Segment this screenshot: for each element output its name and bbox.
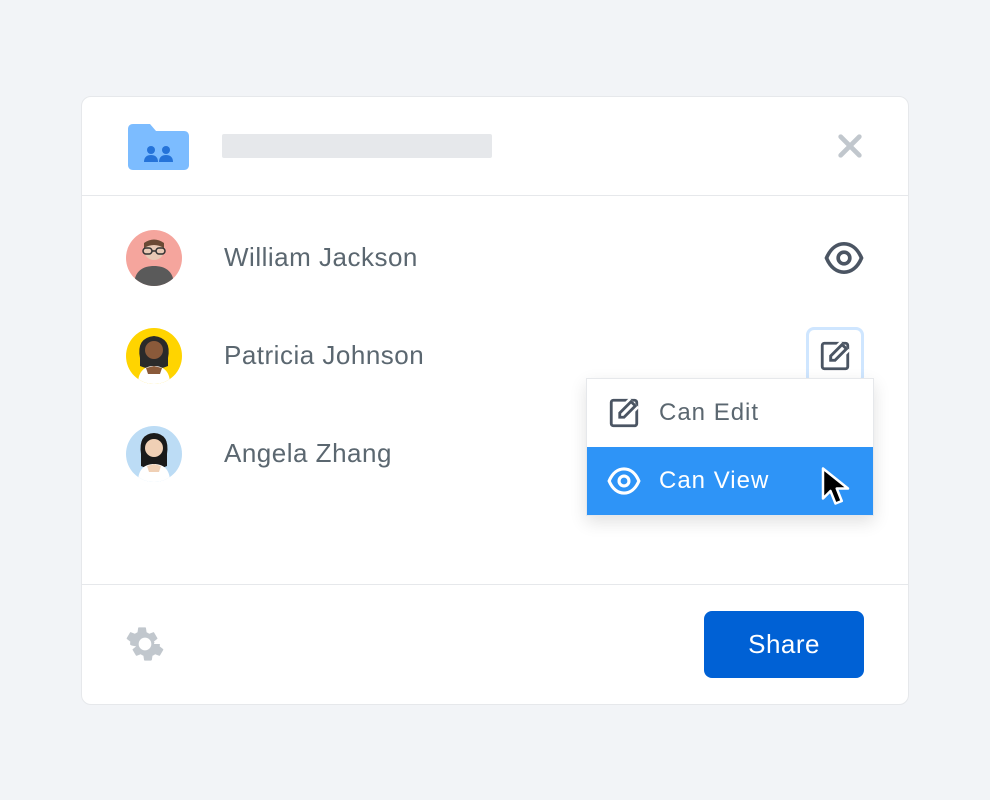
avatar xyxy=(126,328,182,384)
share-dialog: William Jackson Patricia Johnson xyxy=(81,96,909,705)
permission-button-edit[interactable] xyxy=(806,327,864,385)
user-name-label: William Jackson xyxy=(224,242,418,273)
permission-dropdown: Can Edit Can View xyxy=(586,378,874,516)
dropdown-option-can-view[interactable]: Can View xyxy=(587,447,873,515)
user-row: Patricia Johnson xyxy=(126,328,864,384)
avatar xyxy=(126,426,182,482)
dropdown-option-can-edit[interactable]: Can Edit xyxy=(587,379,873,447)
dropdown-option-label: Can View xyxy=(659,467,769,495)
dropdown-option-label: Can Edit xyxy=(659,399,759,427)
gear-icon[interactable] xyxy=(126,625,164,663)
permission-button-view[interactable] xyxy=(824,238,864,278)
eye-icon xyxy=(607,464,641,498)
edit-icon xyxy=(607,396,641,430)
user-name-label: Patricia Johnson xyxy=(224,340,424,371)
dialog-footer: Share xyxy=(82,585,908,704)
share-button[interactable]: Share xyxy=(704,611,864,678)
shared-folder-icon xyxy=(126,121,190,171)
close-icon[interactable] xyxy=(836,132,864,160)
avatar xyxy=(126,230,182,286)
user-row: William Jackson xyxy=(126,230,864,286)
user-name-label: Angela Zhang xyxy=(224,438,392,469)
dialog-header xyxy=(82,97,908,196)
dialog-body: William Jackson Patricia Johnson xyxy=(82,196,908,585)
folder-name-input[interactable] xyxy=(222,134,492,158)
